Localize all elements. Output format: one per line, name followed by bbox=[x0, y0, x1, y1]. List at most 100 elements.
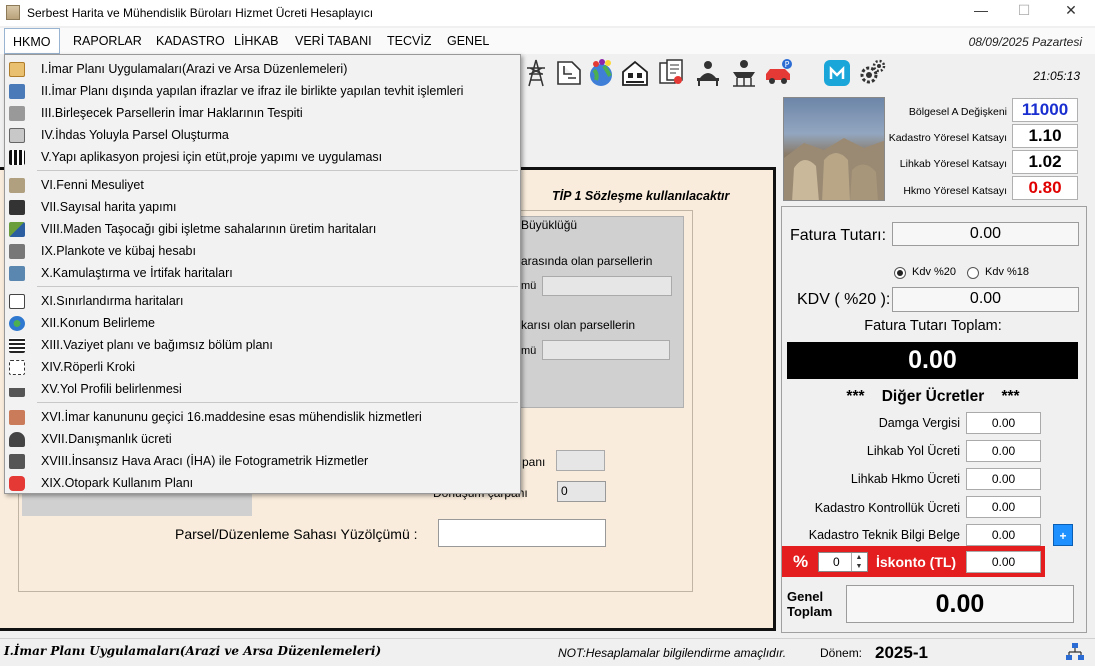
parcel-merge-icon bbox=[9, 106, 25, 121]
carpan-input[interactable] bbox=[556, 450, 605, 471]
range-input-1[interactable] bbox=[542, 276, 672, 296]
dd-item-15[interactable]: XV.Yol Profili belirlenmesi bbox=[5, 378, 520, 400]
power-tower-icon[interactable] bbox=[521, 58, 551, 88]
maximize-button[interactable]: ☐ bbox=[1007, 0, 1041, 22]
dd-item-18[interactable]: XVIII.İnsansız Hava Aracı (İHA) ile Foto… bbox=[5, 450, 520, 472]
lihkab-hkmo-field[interactable]: 0.00 bbox=[966, 468, 1041, 490]
dd-item-14[interactable]: XIV.Röperli Kroki bbox=[5, 356, 520, 378]
dd-item-17[interactable]: XVII.Danışmanlık ücreti bbox=[5, 428, 520, 450]
fatura-field[interactable]: 0.00 bbox=[892, 222, 1079, 246]
dd-item-4[interactable]: IV.İhdas Yoluyla Parsel Oluşturma bbox=[5, 124, 520, 146]
dd-label-19: XIX.Otopark Kullanım Planı bbox=[41, 476, 194, 490]
parking-icon bbox=[9, 476, 25, 491]
add-fee-button[interactable]: + bbox=[1053, 524, 1073, 546]
globe-location-icon bbox=[9, 316, 25, 331]
kadastro-teknik-label: Kadastro Teknik Bilgi Belge bbox=[808, 528, 960, 542]
menu-lihkab[interactable]: LİHKAB bbox=[226, 28, 286, 54]
fatura-label: Fatura Tutarı: bbox=[790, 227, 887, 244]
genel-label-2: Toplam bbox=[787, 604, 833, 619]
kdv18-label: Kdv %18 bbox=[985, 266, 1030, 278]
building-icon bbox=[9, 84, 25, 99]
kdv-field[interactable]: 0.00 bbox=[892, 287, 1079, 312]
kadastro-teknik-field[interactable]: 0.00 bbox=[966, 524, 1041, 546]
map-sheet-icon[interactable] bbox=[554, 58, 584, 88]
info-value-bolgesel: 11000 bbox=[1012, 98, 1078, 122]
menu-raporlar[interactable]: RAPORLAR bbox=[65, 28, 150, 54]
kadastro-kontrol-field[interactable]: 0.00 bbox=[966, 496, 1041, 518]
dd-label-13: XIII.Vaziyet planı ve bağımsız bölüm pla… bbox=[41, 338, 273, 352]
kdv18-radio[interactable] bbox=[967, 267, 979, 279]
dd-label-2: II.İmar Planı dışında yapılan ifrazlar v… bbox=[41, 84, 464, 98]
info-label-hkmo: Hkmo Yöresel Katsayı bbox=[903, 185, 1007, 197]
parking-car-icon[interactable]: P bbox=[763, 58, 793, 88]
dd-label-18: XVIII.İnsansız Hava Aracı (İHA) ile Foto… bbox=[41, 454, 369, 468]
damga-label: Damga Vergisi bbox=[878, 416, 960, 430]
meeting-icon[interactable] bbox=[693, 58, 723, 88]
dd-separator bbox=[37, 402, 518, 403]
minimize-button[interactable]: — bbox=[964, 0, 998, 22]
house-office-icon[interactable] bbox=[620, 58, 650, 88]
info-value-hkmo: 0.80 bbox=[1012, 176, 1078, 200]
qr-project-icon bbox=[9, 150, 25, 165]
menu-veri-tabani[interactable]: VERİ TABANI bbox=[287, 28, 380, 54]
iskonto-field[interactable]: 0.00 bbox=[966, 551, 1041, 573]
kadastro-kontrol-label: Kadastro Kontrollük Ücreti bbox=[814, 501, 960, 515]
kdv-label: KDV ( %20 ): bbox=[797, 291, 891, 308]
lihkab-hkmo-label: Lihkab Hkmo Ücreti bbox=[850, 472, 960, 486]
app-icon-button[interactable] bbox=[822, 58, 852, 88]
road-profile-icon bbox=[9, 382, 25, 397]
toplam-label: Fatura Tutarı Toplam: bbox=[864, 318, 1002, 334]
dd-item-19[interactable]: XIX.Otopark Kullanım Planı bbox=[5, 472, 520, 494]
consultant-icon bbox=[9, 432, 25, 447]
dd-item-3[interactable]: III.Birleşecek Parsellerin İmar Hakların… bbox=[5, 102, 520, 124]
carpan-label: panı bbox=[522, 455, 546, 469]
dd-label-11: XI.Sınırlandırma haritaları bbox=[41, 294, 184, 308]
survey-icon[interactable] bbox=[729, 58, 759, 88]
spinner-arrows-icon[interactable]: ▲ ▼ bbox=[851, 553, 866, 571]
settings-gears-icon[interactable] bbox=[857, 58, 887, 88]
range-input-2[interactable] bbox=[542, 340, 670, 360]
dd-item-5[interactable]: V.Yapı aplikasyon projesi için etüt,proj… bbox=[5, 146, 520, 168]
dd-label-10: X.Kamulaştırma ve İrtifak haritaları bbox=[41, 266, 233, 280]
digital-map-icon bbox=[9, 200, 25, 215]
close-button[interactable]: ✕ bbox=[1054, 0, 1088, 22]
menu-hkmo[interactable]: HKMO bbox=[4, 28, 60, 54]
menu-kadastro[interactable]: KADASTRO bbox=[148, 28, 233, 54]
range-suffix-2: mü bbox=[521, 345, 537, 357]
dd-label-12: XII.Konum Belirleme bbox=[41, 316, 155, 330]
dd-item-11[interactable]: XI.Sınırlandırma haritaları bbox=[5, 290, 520, 312]
menu-tecviz[interactable]: TECVİZ bbox=[379, 28, 439, 54]
time-display: 21:05:13 bbox=[1033, 69, 1080, 83]
lihkab-yol-field[interactable]: 0.00 bbox=[966, 440, 1041, 462]
kdv20-radio[interactable] bbox=[894, 267, 906, 279]
documents-icon[interactable] bbox=[656, 58, 686, 88]
group-title: Büyüklüğü bbox=[521, 218, 578, 232]
dd-label-4: IV.İhdas Yoluyla Parsel Oluşturma bbox=[41, 128, 229, 142]
toplam-display: 0.00 bbox=[787, 342, 1078, 379]
dd-item-1[interactable]: I.İmar Planı Uygulamaları(Arazi ve Arsa … bbox=[5, 58, 520, 80]
globe-pins-icon[interactable] bbox=[586, 58, 616, 88]
dd-item-2[interactable]: II.İmar Planı dışında yapılan ifrazlar v… bbox=[5, 80, 520, 102]
hkmo-dropdown: I.İmar Planı Uygulamaları(Arazi ve Arsa … bbox=[4, 54, 521, 494]
dd-item-9[interactable]: IX.Plankote ve kübaj hesabı bbox=[5, 240, 520, 262]
yuzolcumu-input[interactable] bbox=[438, 519, 606, 547]
dd-item-6[interactable]: VI.Fenni Mesuliyet bbox=[5, 174, 520, 196]
network-icon[interactable] bbox=[1064, 641, 1086, 663]
dd-item-13[interactable]: XIII.Vaziyet planı ve bağımsız bölüm pla… bbox=[5, 334, 520, 356]
dd-item-10[interactable]: X.Kamulaştırma ve İrtifak haritaları bbox=[5, 262, 520, 284]
info-label-bolgesel: Bölgesel A Değişkeni bbox=[908, 106, 1007, 118]
damga-field[interactable]: 0.00 bbox=[966, 412, 1041, 434]
dd-label-5: V.Yapı aplikasyon projesi için etüt,proj… bbox=[41, 150, 383, 164]
dd-label-15: XV.Yol Profili belirlenmesi bbox=[41, 382, 182, 396]
dd-separator bbox=[37, 286, 518, 287]
dd-item-12[interactable]: XII.Konum Belirleme bbox=[5, 312, 520, 334]
iskonto-label: İskonto (TL) bbox=[876, 554, 957, 570]
kdv20-label: Kdv %20 bbox=[912, 266, 957, 278]
donusum-input[interactable]: 0 bbox=[557, 481, 606, 502]
menu-genel[interactable]: GENEL bbox=[439, 28, 497, 54]
dd-item-16[interactable]: XVI.İmar kanununu geçici 16.maddesine es… bbox=[5, 406, 520, 428]
monument-photo bbox=[783, 97, 885, 201]
dd-item-7[interactable]: VII.Sayısal harita yapımı bbox=[5, 196, 520, 218]
mining-icon bbox=[9, 222, 25, 237]
dd-item-8[interactable]: VIII.Maden Taşocağı gibi işletme sahalar… bbox=[5, 218, 520, 240]
